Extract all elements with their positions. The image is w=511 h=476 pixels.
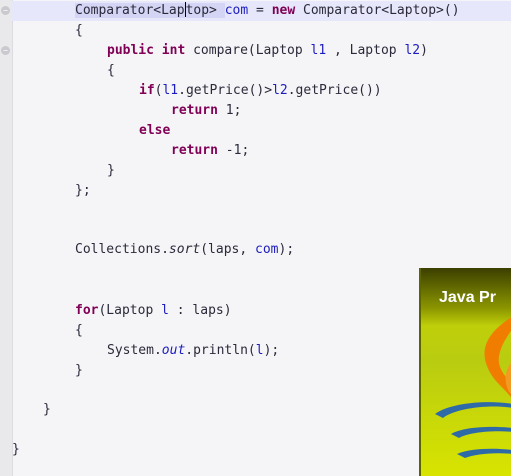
code-line-14[interactable]: System.out.println(l);	[107, 341, 279, 361]
java-cup-icon	[435, 317, 511, 458]
code-line-3[interactable]: public int compare(Laptop l1 , Laptop l2…	[107, 41, 428, 61]
code-token: if	[139, 83, 155, 98]
code-line-1[interactable]: Comparator<Laptop> com = new Comparator<…	[75, 1, 460, 21]
code-token: com	[224, 3, 249, 18]
code-line-12[interactable]: for(Laptop l : laps)	[75, 301, 232, 321]
code-token: sort	[168, 242, 201, 257]
code-token: l1	[162, 83, 179, 98]
code-token: );	[263, 343, 280, 358]
code-line-11[interactable]: Collections.sort(laps, com);	[75, 240, 294, 260]
code-token: : laps)	[168, 303, 232, 318]
code-token: return	[171, 103, 218, 118]
code-token: out	[161, 343, 186, 358]
code-token: .getPrice()>	[178, 83, 273, 98]
code-token: for	[75, 303, 99, 318]
code-line-2[interactable]: {	[75, 21, 83, 41]
code-token: (laps,	[200, 242, 256, 257]
code-line-10[interactable]: };	[75, 181, 91, 201]
code-line-7[interactable]: else	[139, 121, 170, 141]
code-token: Comparator<Laptop>()	[295, 3, 460, 18]
code-token: , Laptop	[326, 43, 405, 58]
code-token: compare(Laptop	[185, 43, 311, 58]
code-token: Comparator<Lap	[75, 3, 185, 18]
code-token: 1;	[217, 103, 242, 118]
code-token: =	[248, 3, 272, 18]
code-line-9[interactable]: }	[107, 161, 115, 181]
code-token: com	[255, 242, 279, 257]
code-token: l1	[310, 43, 327, 58]
fold-marker-icon[interactable]: −	[1, 46, 10, 55]
code-token: top>	[185, 3, 225, 18]
java-course-thumbnail[interactable]: Java Pr	[419, 268, 511, 476]
code-token: l2	[272, 83, 288, 98]
code-line-16[interactable]: }	[43, 400, 51, 420]
code-token: .println(	[185, 343, 256, 358]
code-token: -1;	[217, 143, 250, 158]
code-line-6[interactable]: return 1;	[171, 101, 241, 121]
code-line-5[interactable]: if(l1.getPrice()>l2.getPrice())	[139, 81, 382, 101]
code-token: .getPrice())	[287, 83, 382, 98]
code-line-15[interactable]: }	[75, 361, 83, 381]
code-line-4[interactable]: {	[107, 61, 115, 81]
code-token: (Laptop	[98, 303, 162, 318]
fold-marker-icon[interactable]: −	[1, 6, 10, 15]
code-token: int	[161, 43, 186, 58]
code-token: l	[161, 303, 169, 318]
code-line-17[interactable]: }	[12, 440, 20, 460]
code-token: new	[271, 3, 296, 18]
code-token: l2	[404, 43, 421, 58]
code-token: Collections.	[75, 242, 169, 257]
code-token: public	[107, 43, 154, 58]
code-token: );	[278, 242, 295, 257]
code-token: System.	[107, 343, 162, 358]
code-token: )	[420, 43, 428, 58]
code-line-8[interactable]: return -1;	[171, 141, 249, 161]
code-token: l	[255, 343, 264, 358]
code-line-13[interactable]: {	[75, 321, 83, 341]
code-token: return	[171, 143, 218, 158]
